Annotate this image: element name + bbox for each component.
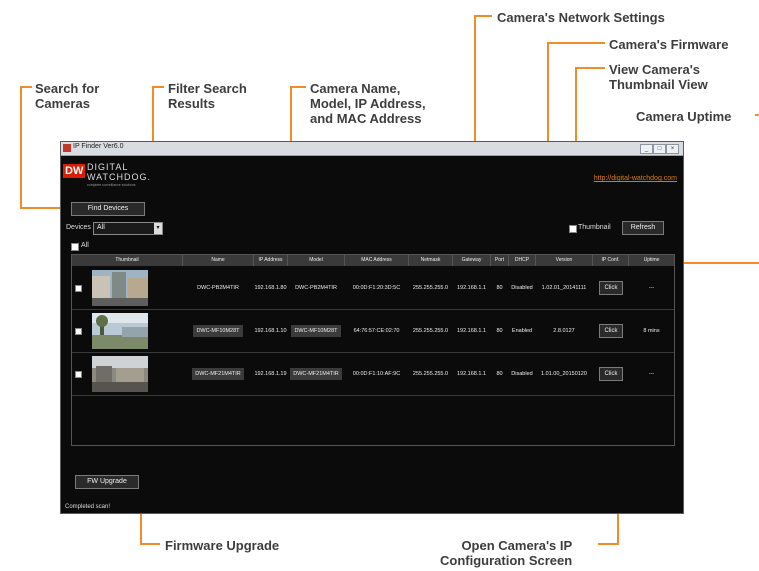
select-all-label: All	[81, 242, 89, 249]
cell-uptime: ---	[648, 285, 655, 291]
cell-mac: 00:0D:F1:10:AF:9C	[352, 371, 401, 377]
camera-thumbnail	[92, 356, 148, 392]
thumbnail-label: Thumbnail	[578, 224, 611, 231]
cell-dhcp: Disabled	[511, 285, 533, 291]
minimize-button[interactable]: _	[640, 144, 653, 154]
table-row[interactable]: DWC-PB2M4TIR 192.168.1.80 DWC-PB2M4TIR 0…	[72, 267, 674, 310]
callout-thumbnail-view: View Camera's Thumbnail View	[609, 62, 708, 92]
cell-port: 80	[496, 328, 503, 334]
camera-thumbnail	[92, 313, 148, 349]
callout-network-settings: Camera's Network Settings	[497, 10, 665, 25]
column-header[interactable]: Version	[536, 255, 593, 266]
cell-version: 1.01.00_20150120	[541, 371, 587, 377]
column-header[interactable]: Thumbnail	[72, 255, 183, 266]
cell-netmask: 255.255.255.0	[412, 371, 449, 377]
cell-model: DWC-MF21M4TIR	[288, 353, 344, 395]
devices-select[interactable]: All ▾	[93, 222, 163, 235]
find-devices-button[interactable]: Find Devices	[71, 202, 145, 216]
cell-ip: 192.168.1.80	[254, 285, 287, 291]
callout-search-cameras: Search for Cameras	[35, 81, 100, 111]
app-icon	[63, 144, 71, 152]
leader-fw-upgrade	[140, 543, 160, 545]
select-all-checkbox[interactable]	[71, 243, 79, 251]
cell-model: DWC-PB2M4TIR	[295, 285, 337, 291]
digital-watchdog-logo: DW DIGITAL WATCHDOG. complete surveillan…	[63, 162, 151, 187]
cell-port: 80	[496, 371, 503, 377]
column-header[interactable]: IP Address	[254, 255, 288, 266]
column-header[interactable]: Netmask	[409, 255, 453, 266]
website-link[interactable]: http://digital-watchdog.com	[594, 175, 677, 182]
cell-name: DWC-PB2M4TIR	[197, 285, 239, 291]
title-bar: IP Finder Ver6.0 _ □ ×	[61, 142, 683, 156]
cell-gateway: 192.168.1.1	[456, 328, 487, 334]
ip-config-button[interactable]: Click	[599, 281, 623, 295]
callout-fw-upgrade: Firmware Upgrade	[165, 538, 280, 553]
close-button[interactable]: ×	[666, 144, 679, 154]
window-title: IP Finder Ver6.0	[73, 143, 124, 150]
leader-firmware	[547, 42, 605, 44]
leader-uptime	[674, 262, 759, 264]
cell-gateway: 192.168.1.1	[456, 371, 487, 377]
column-header[interactable]: MAC Address	[345, 255, 409, 266]
table-row[interactable]: DWC-MF21M4TIR 192.168.1.19 DWC-MF21M4TIR…	[72, 353, 674, 396]
thumbnail-checkbox[interactable]	[569, 225, 577, 233]
cell-name: DWC-MF21M4TIR	[183, 353, 253, 395]
ip-config-button[interactable]: Click	[599, 324, 623, 338]
column-header[interactable]: Name	[183, 255, 254, 266]
leader-ip-config	[598, 543, 618, 545]
refresh-button[interactable]: Refresh	[622, 221, 664, 235]
ip-config-button[interactable]: Click	[599, 367, 623, 381]
cell-gateway: 192.168.1.1	[456, 285, 487, 291]
leader-uptime	[755, 114, 759, 116]
cell-ip: 192.168.1.19	[254, 371, 287, 377]
column-header[interactable]: Uptime	[629, 255, 674, 266]
leader-camera-info	[290, 86, 306, 88]
cell-port: 80	[496, 285, 503, 291]
callout-filter-results: Filter Search Results	[168, 81, 247, 111]
row-checkbox[interactable]	[75, 285, 82, 292]
cell-mac: 64:76:57:CE:02:70	[353, 328, 400, 334]
fw-upgrade-button[interactable]: FW Upgrade	[75, 475, 139, 489]
callout-uptime: Camera Uptime	[636, 109, 732, 124]
row-checkbox[interactable]	[75, 371, 82, 378]
devices-selected-value: All	[97, 224, 105, 231]
cell-uptime: ---	[648, 371, 655, 377]
cell-name: DWC-MF10M28T	[183, 310, 253, 352]
cell-netmask: 255.255.255.0	[412, 285, 449, 291]
table-row[interactable]: DWC-MF10M28T 192.168.1.10 DWC-MF10M28T 6…	[72, 310, 674, 353]
cell-ip: 192.168.1.10	[254, 328, 287, 334]
cell-netmask: 255.255.255.0	[412, 328, 449, 334]
column-header[interactable]: IP Conf.	[593, 255, 629, 266]
status-text: Completed scan!	[65, 504, 111, 510]
cell-dhcp: Disabled	[511, 371, 533, 377]
callout-camera-info: Camera Name, Model, IP Address, and MAC Ad…	[310, 81, 426, 126]
row-checkbox[interactable]	[75, 328, 82, 335]
column-header[interactable]: DHCP	[509, 255, 536, 266]
camera-thumbnail	[92, 270, 148, 306]
devices-label: Devices	[66, 224, 91, 231]
cell-version: 2.8.0127	[553, 328, 575, 334]
callout-ip-config: Open Camera's IP Configuration Screen	[440, 538, 573, 568]
callout-firmware: Camera's Firmware	[609, 37, 729, 52]
cell-version: 1.02.01_20141111	[541, 285, 587, 291]
leader-thumbnail	[575, 67, 605, 69]
column-header[interactable]: Gateway	[453, 255, 491, 266]
cell-uptime: 8 mins	[643, 328, 660, 334]
chevron-down-icon: ▾	[154, 223, 162, 234]
ip-finder-window: IP Finder Ver6.0 _ □ × DW DIGITAL WATCHD…	[60, 141, 684, 514]
maximize-button[interactable]: □	[653, 144, 666, 154]
column-header[interactable]: Port	[491, 255, 509, 266]
device-table: Thumbnail Name IP Address Model MAC Addr…	[71, 254, 675, 446]
cell-model: DWC-MF10M28T	[288, 310, 344, 352]
leader-network	[474, 15, 492, 17]
cell-dhcp: Enabled	[511, 328, 533, 334]
column-header[interactable]: Model	[288, 255, 345, 266]
cell-mac: 00:0D:F1:20:3D:5C	[352, 285, 401, 291]
leader-search	[20, 86, 22, 209]
